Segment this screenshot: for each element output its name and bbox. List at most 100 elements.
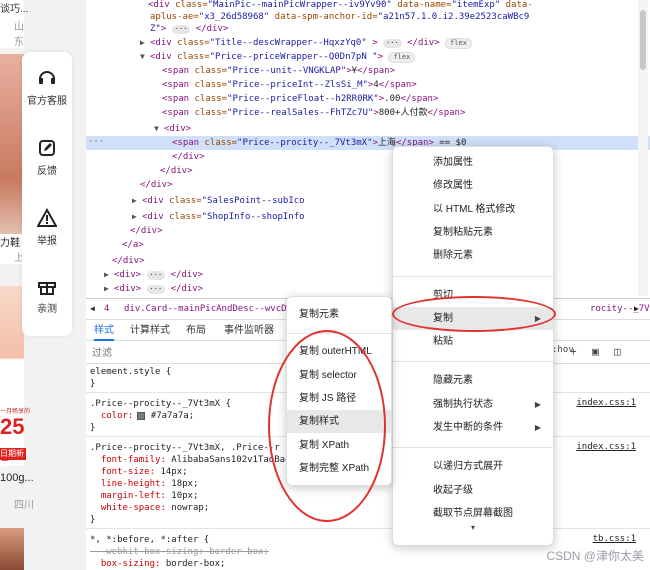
promo-badge: 25包 <box>0 414 24 462</box>
menu-more-icon[interactable]: ▾ <box>393 523 553 532</box>
watermark: CSDN @津你太美 <box>546 549 644 563</box>
context-menu-item[interactable]: 复制粘贴元素 <box>393 221 553 244</box>
menu-separator <box>393 361 553 363</box>
rule-declaration[interactable]: line-height: 18px; <box>90 478 199 490</box>
sidebar-toggle-icon[interactable]: ◫ <box>614 345 621 358</box>
context-menu-item-label: 隐藏元素 <box>433 375 473 387</box>
expand-toggle-icon[interactable]: ▼ <box>140 50 150 64</box>
annotation-oval-submenu <box>268 330 386 522</box>
tab-event-listeners[interactable]: 事件监听器 <box>224 321 274 341</box>
context-menu-item-label: 强制执行状态 <box>433 398 493 410</box>
styles-filter-input[interactable] <box>90 345 270 361</box>
service-item-test[interactable]: 亲测 <box>22 276 72 315</box>
breadcrumb-right-icon[interactable]: ▶ <box>634 299 639 319</box>
rule-selector[interactable]: *, *:before, *:after { <box>90 534 209 546</box>
annotation-oval-copy <box>392 296 556 332</box>
rule-close-brace: } <box>90 379 96 389</box>
context-menu-item[interactable]: 修改属性 <box>393 174 553 197</box>
context-menu-item[interactable]: 删除元素 <box>393 244 553 267</box>
breadcrumb-left-icon[interactable]: ◀ <box>90 299 95 319</box>
elements-dom-tree[interactable]: <div class="MainPic--mainPicWrapper--iv9… <box>86 0 650 296</box>
rule-source-link[interactable]: tb.css:1 <box>593 534 636 544</box>
service-item-report[interactable]: 举报 <box>22 208 72 247</box>
expand-toggle-icon[interactable]: ▶ <box>140 36 150 50</box>
service-item-feedback[interactable]: 反馈 <box>22 138 72 177</box>
rule-declaration[interactable]: box-sizing: border-box; <box>90 558 226 570</box>
rule-separator <box>86 528 650 529</box>
context-menu-item-label: 复制粘贴元素 <box>433 226 493 238</box>
context-menu-item-label: 收起子级 <box>433 484 473 496</box>
rule-declaration[interactable]: -webkit-box-sizing: border-box; <box>90 546 269 558</box>
rule-declaration[interactable]: font-family: AlibabaSans102v1TaoBao <box>90 454 291 466</box>
service-item-label: 举报 <box>37 236 57 247</box>
context-menu-item[interactable]: 添加属性 <box>393 151 553 174</box>
expand-toggle-icon[interactable]: ▶ <box>132 194 142 208</box>
dom-scrollbar[interactable] <box>638 0 648 296</box>
product-image[interactable] <box>0 54 24 264</box>
expand-toggle-icon[interactable]: ▶ <box>104 282 114 296</box>
service-item-label: 官方客服 <box>27 96 67 107</box>
paint-icon[interactable]: ▣ <box>592 345 599 358</box>
rule-close-brace: } <box>90 515 96 525</box>
submenu-arrow-icon: ▶ <box>534 399 541 409</box>
context-menu-item-label: 截取节点屏幕截图 <box>433 507 513 519</box>
dom-node-selected[interactable]: <span class="Price--procity--_7Vt3mX">上海… <box>86 136 650 150</box>
rule-selector[interactable]: .Price--procity--_7Vt3mX { <box>90 398 231 410</box>
context-menu-item[interactable]: 隐藏元素 <box>393 369 553 392</box>
product-city: 山东 <box>14 22 24 48</box>
context-menu-item-label: 修改属性 <box>433 180 473 192</box>
tab-computed[interactable]: 计算样式 <box>130 321 170 341</box>
service-sidebar: 官方客服 反馈 举报 亲测 <box>22 52 72 336</box>
expand-toggle-icon[interactable]: ▼ <box>154 122 164 136</box>
rule-source-link[interactable]: index.css:1 <box>576 442 636 452</box>
context-menu-item[interactable]: 截取节点屏幕截图 <box>393 502 553 525</box>
context-menu-item[interactable]: 以 HTML 格式修改 <box>393 198 553 221</box>
menu-separator <box>393 275 553 277</box>
menu-separator <box>393 447 553 449</box>
breadcrumb-item[interactable]: div.Card--mainPicAndDesc--wvcDXa <box>124 299 297 319</box>
context-menu-item-label: 以递归方式展开 <box>433 461 503 473</box>
expand-toggle-icon[interactable]: ▶ <box>104 268 114 282</box>
context-menu-item[interactable]: 粘贴 <box>393 330 553 353</box>
warning-icon <box>37 208 57 227</box>
copy-submenu-item[interactable]: 复制元素 <box>287 303 391 326</box>
context-menu-item[interactable]: 以递归方式展开 <box>393 455 553 478</box>
context-menu-item[interactable]: 收起子级 <box>393 479 553 502</box>
gutter-more-icon[interactable]: ··· <box>88 137 104 147</box>
expand-toggle-icon[interactable]: ▶ <box>132 210 142 224</box>
breadcrumb-item[interactable]: 4 <box>104 299 109 319</box>
headset-icon <box>39 71 55 84</box>
rule-selector[interactable]: .Price--procity--_7Vt3mX, .Price--r <box>90 442 280 454</box>
context-menu-item[interactable]: 发生中断的条件 ▶ <box>393 416 553 439</box>
rule-declaration[interactable]: font-size: 14px; <box>90 466 188 478</box>
rule-selector[interactable]: element.style { <box>90 366 171 378</box>
product-title-fragment: 力鞋 上 <box>0 234 24 264</box>
context-menu-item[interactable]: 强制执行状态 ▶ <box>393 393 553 416</box>
tab-layout[interactable]: 布局 <box>186 321 206 341</box>
service-item-label: 亲测 <box>37 304 57 315</box>
copy-submenu-item-label: 复制元素 <box>299 309 339 320</box>
add-rule-icon[interactable]: + <box>570 345 577 358</box>
rule-declaration[interactable]: white-space: nowrap; <box>90 502 209 514</box>
context-menu-item-label: 以 HTML 格式修改 <box>433 203 516 215</box>
rule-declaration[interactable]: margin-left: 10px; <box>90 490 199 502</box>
service-item-support[interactable]: 官方客服 <box>22 68 72 107</box>
submenu-arrow-icon: ▶ <box>534 423 541 432</box>
shop-page-panel: 谈巧... 山东 力鞋 上 一月畅享的 25包 日期新鲜 100g... 四川 … <box>0 0 86 570</box>
context-menu-item-label: 粘贴 <box>433 336 453 348</box>
product-title-fragment: 谈巧... <box>0 4 29 15</box>
gift-icon <box>38 282 56 295</box>
product-card-top[interactable]: 谈巧... 山东 <box>0 0 28 48</box>
context-menu-item-label: 发生中断的条件 <box>433 422 503 433</box>
product-title-text: 力鞋 <box>0 238 20 249</box>
product-weight: 100g... <box>0 472 34 484</box>
breadcrumb-item[interactable]: rocity--_7Vt3mX <box>590 299 650 319</box>
dom-scrollbar-thumb[interactable] <box>640 10 646 70</box>
context-menu-item-label: 删除元素 <box>433 250 473 262</box>
tab-styles[interactable]: 样式 <box>94 321 114 341</box>
edit-icon <box>39 140 55 156</box>
service-item-label: 反馈 <box>37 166 57 177</box>
rule-declaration[interactable]: color: #7a7a7a; <box>90 410 194 422</box>
rule-source-link[interactable]: index.css:1 <box>576 398 636 408</box>
product-image[interactable] <box>0 528 24 570</box>
